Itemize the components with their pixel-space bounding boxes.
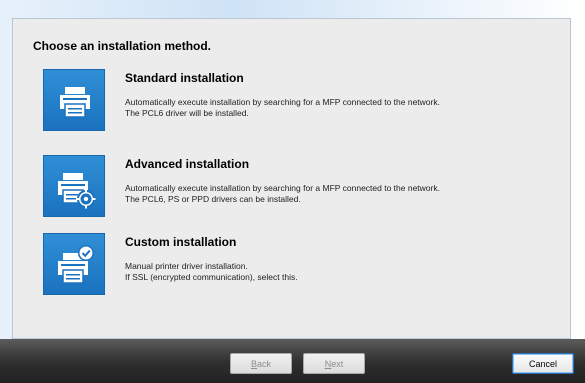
printer-icon [43, 69, 105, 131]
description-line: Manual printer driver installation. [125, 261, 248, 271]
back-label-rest: ack [257, 359, 272, 369]
next-button[interactable]: Next [303, 353, 365, 374]
option-advanced-installation[interactable]: Advanced installation Automatically exec… [43, 155, 543, 219]
content-panel: Choose an installation method. Standard … [12, 18, 571, 339]
option-description: Manual printer driver installation. If S… [125, 261, 298, 283]
footer-bar: Back Next Cancel [0, 339, 585, 383]
cancel-button[interactable]: Cancel [512, 353, 574, 374]
option-description: Automatically execute installation by se… [125, 97, 440, 119]
description-line: The PCL6 driver will be installed. [125, 108, 249, 118]
installer-window: Choose an installation method. Standard … [0, 0, 585, 383]
option-title: Custom installation [125, 235, 237, 249]
next-label-rest: ext [331, 359, 344, 369]
page-heading: Choose an installation method. [33, 39, 212, 53]
back-button[interactable]: Back [230, 353, 292, 374]
description-line: The PCL6, PS or PPD drivers can be insta… [125, 194, 301, 204]
description-line: Automatically execute installation by se… [125, 97, 440, 107]
option-standard-installation[interactable]: Standard installation Automatically exec… [43, 69, 543, 133]
option-custom-installation[interactable]: Custom installation Manual printer drive… [43, 233, 543, 297]
description-line: If SSL (encrypted communication), select… [125, 272, 298, 282]
option-description: Automatically execute installation by se… [125, 183, 440, 205]
description-line: Automatically execute installation by se… [125, 183, 440, 193]
printer-gear-icon [43, 155, 105, 217]
option-title: Standard installation [125, 71, 244, 85]
printer-check-icon [43, 233, 105, 295]
option-title: Advanced installation [125, 157, 250, 171]
